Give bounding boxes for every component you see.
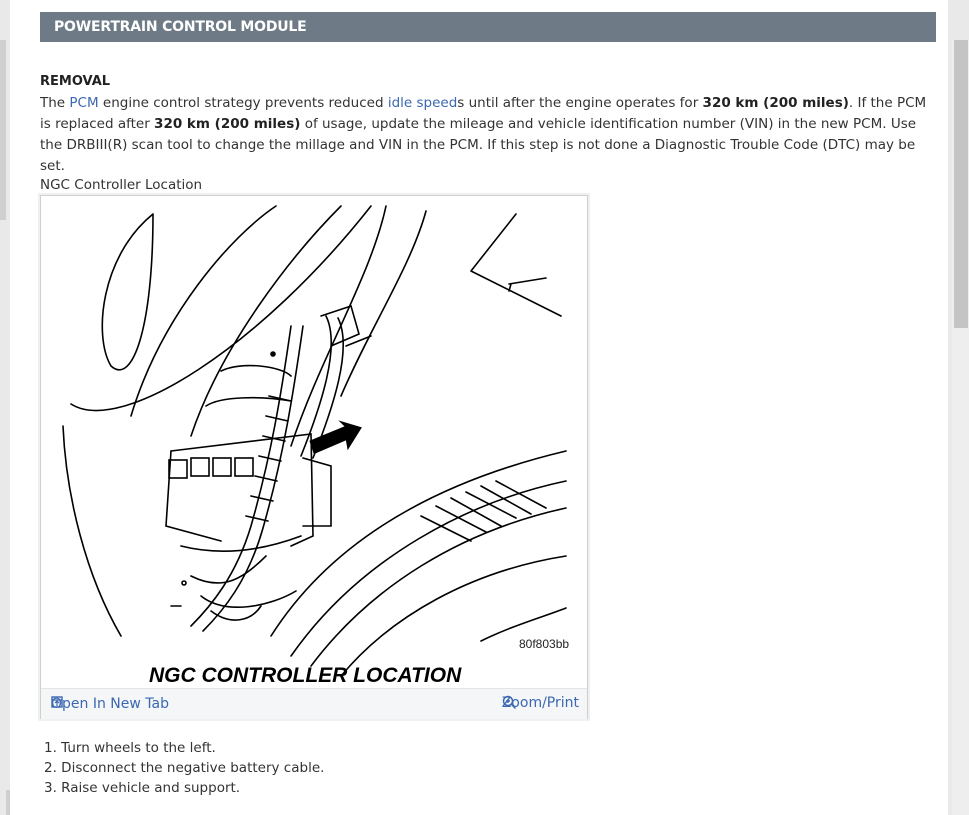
pcm-link[interactable]: PCM	[69, 95, 98, 111]
controller-location-illustration[interactable]: 80f803bb NGC CONTROLLER LOCATION	[41, 196, 587, 688]
image-code-label: 80f803bb	[519, 637, 569, 651]
list-item: 3. Raise vehicle and support.	[44, 780, 241, 796]
figure-toolbar: Open In New Tab Zoom/Print	[41, 688, 587, 719]
open-in-new-tab-icon	[51, 696, 63, 708]
section-title: POWERTRAIN CONTROL MODULE	[54, 19, 307, 35]
text-span: s until after the engine operates for	[457, 95, 703, 111]
list-item: 2. Disconnect the negative battery cable…	[44, 760, 325, 776]
distance-bold: 320 km (200 miles)	[702, 95, 849, 111]
zoom-icon	[502, 695, 516, 709]
open-in-new-tab-label: Open In New Tab	[51, 696, 169, 712]
left-edge-scroll-strip	[0, 40, 6, 220]
figure-caption: NGC Controller Location	[40, 177, 203, 193]
zoom-print-button[interactable]: Zoom/Print	[502, 695, 579, 711]
list-item: 1. Turn wheels to the left.	[44, 740, 216, 756]
idle-speed-link[interactable]: idle speed	[388, 95, 457, 111]
figure-box: 80f803bb NGC CONTROLLER LOCATION Open In…	[40, 195, 588, 719]
removal-heading: REMOVAL	[40, 74, 111, 89]
section-header: POWERTRAIN CONTROL MODULE	[40, 12, 936, 42]
distance-bold: 320 km (200 miles)	[154, 116, 301, 132]
text-span: engine control strategy prevents reduced	[98, 95, 388, 111]
removal-steps-list: 1. Turn wheels to the left. 2. Disconnec…	[44, 738, 324, 798]
open-in-new-tab-button[interactable]: Open In New Tab	[51, 696, 169, 712]
text-span: The	[40, 95, 70, 111]
scrollbar-thumb[interactable]	[954, 40, 968, 328]
document-panel: POWERTRAIN CONTROL MODULE REMOVAL The PC…	[10, 0, 948, 815]
removal-paragraph: The PCM engine control strategy prevents…	[40, 93, 938, 177]
image-title-label: NGC CONTROLLER LOCATION	[149, 664, 462, 687]
